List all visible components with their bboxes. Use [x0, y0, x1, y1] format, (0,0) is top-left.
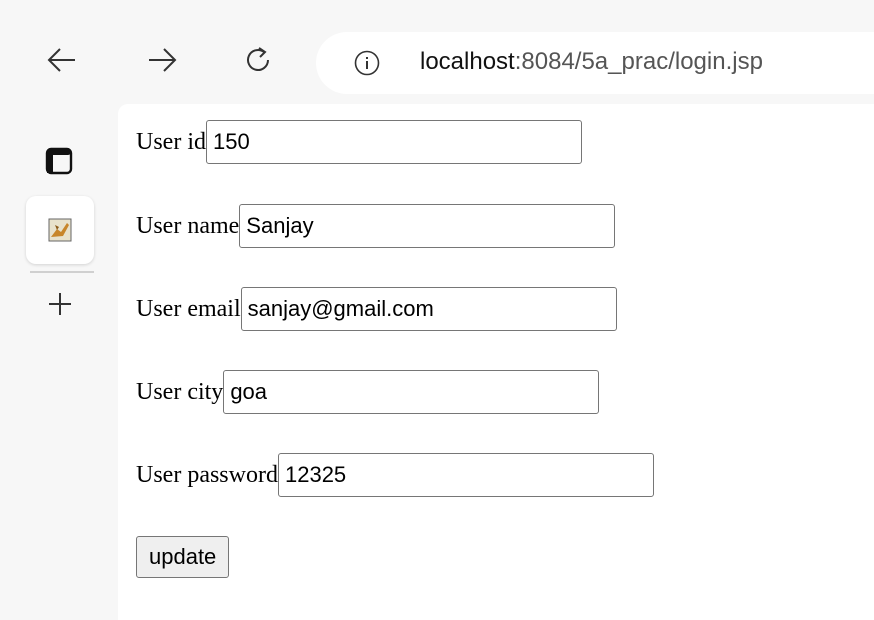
- user-email-row: User email: [136, 287, 617, 331]
- user-name-label: User name: [136, 212, 240, 239]
- tab-actions-icon: [45, 147, 73, 175]
- url-path: :8084/5a_prac/login.jsp: [514, 48, 763, 75]
- user-city-input[interactable]: [223, 370, 600, 414]
- update-button[interactable]: update: [136, 536, 230, 578]
- url-text[interactable]: localhost:8084/5a_prac/login.jsp: [420, 48, 763, 76]
- info-icon[interactable]: [354, 50, 380, 76]
- page-content: User id User name User email User city U…: [118, 104, 874, 620]
- tab-actions-button[interactable]: [42, 144, 76, 178]
- arrow-left-icon: [47, 48, 75, 72]
- favicon-tab-icon: [46, 216, 74, 244]
- reload-icon: [247, 47, 269, 71]
- user-password-label: User password: [136, 461, 278, 488]
- user-name-row: User name: [136, 204, 616, 248]
- user-email-input[interactable]: [240, 287, 617, 331]
- user-password-row: User password: [136, 453, 654, 497]
- back-button[interactable]: [44, 42, 80, 78]
- forward-button[interactable]: [144, 42, 180, 78]
- user-id-input[interactable]: [205, 120, 582, 164]
- arrow-right-icon: [149, 48, 177, 72]
- plus-icon: [49, 293, 71, 315]
- browser-toolbar: localhost:8084/5a_prac/login.jsp: [0, 0, 874, 104]
- address-bar[interactable]: localhost:8084/5a_prac/login.jsp: [316, 32, 874, 94]
- active-tab[interactable]: [26, 196, 94, 264]
- user-id-row: User id: [136, 120, 582, 164]
- user-name-input[interactable]: [239, 204, 616, 248]
- reload-button[interactable]: [240, 42, 276, 78]
- user-city-label: User city: [136, 378, 224, 405]
- user-id-label: User id: [136, 128, 206, 155]
- user-password-input[interactable]: [277, 453, 654, 497]
- vertical-tab-sidebar: [0, 104, 118, 620]
- sidebar-divider: [30, 271, 94, 273]
- url-host: localhost: [420, 48, 515, 75]
- new-tab-button[interactable]: [44, 288, 76, 320]
- user-email-label: User email: [136, 295, 241, 322]
- user-city-row: User city: [136, 370, 600, 414]
